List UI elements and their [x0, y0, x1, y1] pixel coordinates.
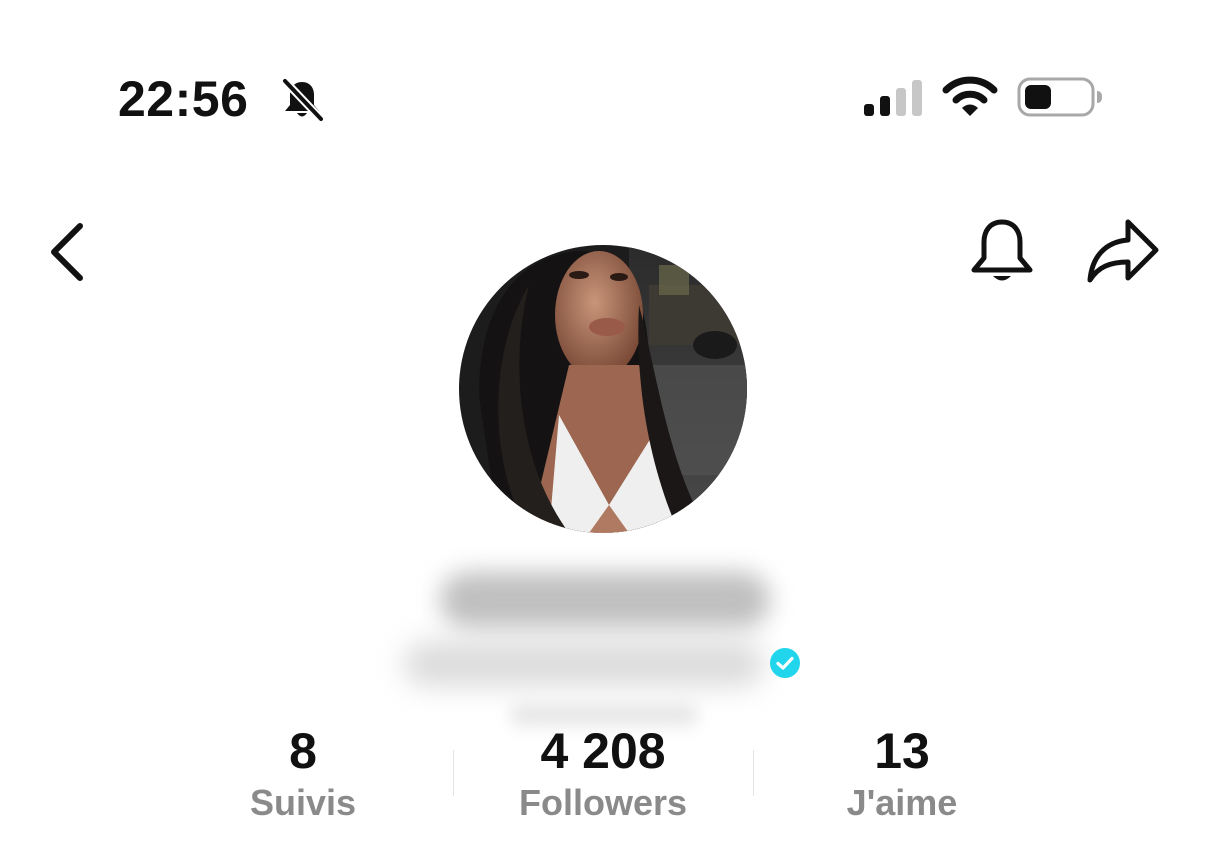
avatar[interactable] — [459, 245, 747, 533]
stat-followers[interactable]: 4 208 Followers — [453, 722, 753, 826]
status-time: 22:56 — [118, 71, 249, 127]
share-button[interactable] — [1080, 212, 1164, 292]
likes-label: J'aime — [846, 782, 958, 823]
followers-label: Followers — [518, 782, 688, 823]
followers-count: 4 208 — [540, 723, 666, 779]
wifi-icon — [942, 76, 998, 118]
stat-likes[interactable]: 13 J'aime — [752, 722, 1052, 826]
cellular-signal-icon — [864, 80, 924, 116]
back-button[interactable] — [40, 218, 96, 286]
username-redacted — [404, 642, 764, 686]
battery-icon — [1016, 76, 1104, 118]
bell-icon — [971, 219, 1033, 281]
share-arrow-icon — [1087, 219, 1159, 283]
stat-following[interactable]: 8 Suivis — [153, 722, 453, 826]
chevron-left-icon — [51, 223, 83, 281]
likes-count: 13 — [874, 723, 930, 779]
following-count: 8 — [289, 723, 317, 779]
following-label: Suivis — [249, 782, 357, 823]
bell-slash-icon — [278, 76, 326, 123]
notifications-button[interactable] — [962, 212, 1042, 292]
display-name-redacted — [440, 572, 770, 628]
profile-photo — [459, 245, 747, 533]
verified-badge-icon — [768, 646, 802, 680]
